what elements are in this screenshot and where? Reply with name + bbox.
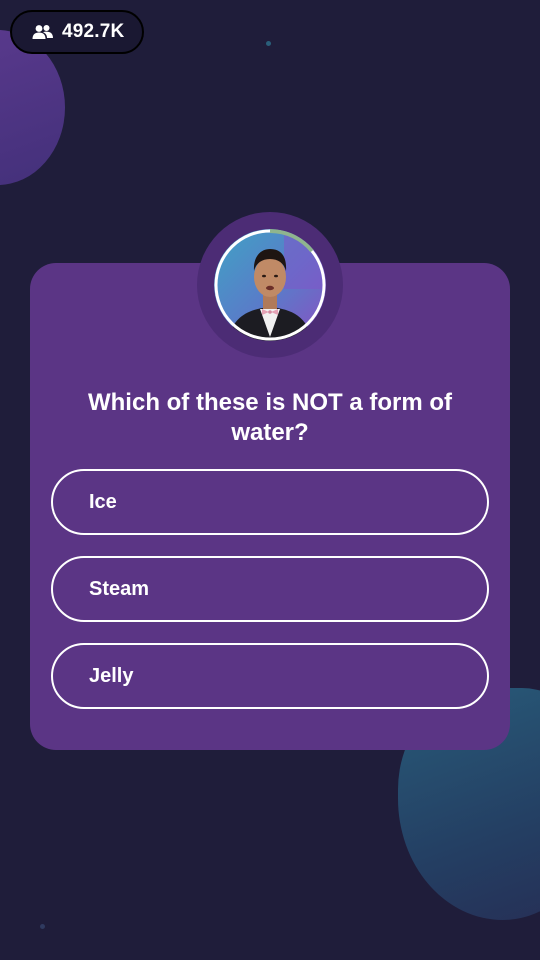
decor-dot <box>266 41 271 46</box>
users-icon <box>32 24 54 40</box>
answer-option-jelly[interactable]: Jelly <box>51 643 489 709</box>
question-text: Which of these is NOT a form of water? <box>87 389 453 446</box>
answer-option-steam[interactable]: Steam <box>51 556 489 622</box>
answer-option-ice[interactable]: Ice <box>51 469 489 535</box>
decor-dot <box>40 924 45 929</box>
host-avatar <box>214 229 326 341</box>
answer-label: Jelly <box>89 664 134 687</box>
answer-label: Ice <box>89 490 117 513</box>
viewer-count-badge: 492.7K <box>10 10 144 54</box>
viewer-count: 492.7K <box>62 21 125 42</box>
answer-label: Steam <box>89 577 150 600</box>
quiz-screen: 492.7K Which of these is NOT a form of w… <box>0 0 540 960</box>
